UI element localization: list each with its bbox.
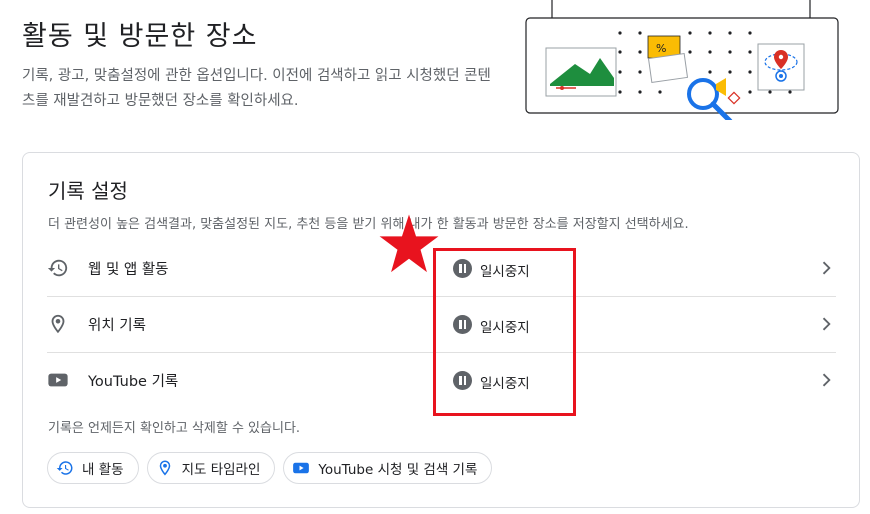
status-text: 일시중지 [480,376,530,392]
pause-icon [453,315,472,334]
chip-maps-timeline[interactable]: 지도 타임라인 [146,452,276,484]
location-pin-icon [51,314,65,334]
chip-youtube-history[interactable]: YouTube 시청 및 검색 기록 [283,452,493,484]
chevron-right-icon [822,373,831,387]
row-location-history[interactable]: 위치 기록 일시중지 [47,296,836,353]
location-pin-icon [159,460,170,476]
history-icon [56,461,73,475]
pause-icon [453,259,472,278]
youtube-icon [48,373,68,387]
history-settings-card: 기록 설정 더 관련성이 높은 검색결과, 맞춤설정된 지도, 추천 등을 받기… [22,152,860,508]
chevron-right-icon [822,261,831,275]
row-label: 웹 및 앱 활동 [88,262,169,278]
history-settings-description: 더 관련성이 높은 검색결과, 맞춤설정된 지도, 추천 등을 받기 위해 내가… [48,217,689,232]
chip-label: 지도 타임라인 [181,462,261,478]
status-text: 일시중지 [480,264,530,280]
status-text: 일시중지 [480,320,530,336]
chip-label: YouTube 시청 및 검색 기록 [318,462,478,478]
delete-history-note: 기록은 언제든지 확인하고 삭제할 수 있습니다. [48,421,301,436]
svg-text:%: % [656,42,666,55]
pause-icon [453,371,472,390]
history-links: 내 활동 지도 타임라인 YouTube 시청 및 검색 기록 [47,452,493,484]
page-title: 활동 및 방문한 장소 [22,21,258,52]
youtube-icon [293,462,310,474]
chip-label: 내 활동 [82,462,124,478]
row-label: 위치 기록 [88,318,146,334]
row-label: YouTube 기록 [88,374,179,390]
chevron-right-icon [822,317,831,331]
chip-my-activity[interactable]: 내 활동 [47,452,139,484]
row-web-app-activity[interactable]: 웹 및 앱 활동 일시중지 [47,240,836,297]
history-icon [47,259,68,277]
page-description: 기록, 광고, 맞춤설정에 관한 옵션입니다. 이전에 검색하고 읽고 시청했던… [22,68,491,109]
row-youtube-history[interactable]: YouTube 기록 일시중지 [47,352,836,408]
header-illustration: % [525,0,839,120]
history-settings-title: 기록 설정 [48,179,128,203]
